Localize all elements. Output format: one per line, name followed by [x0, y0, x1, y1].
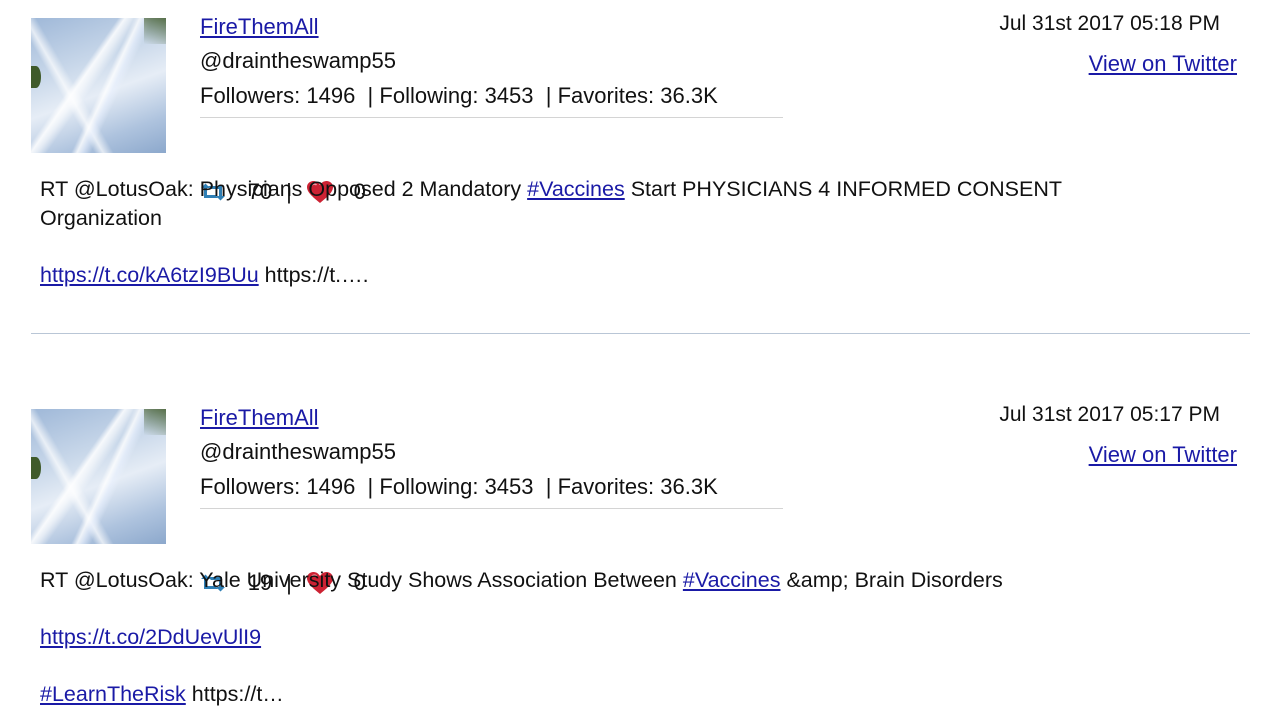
tweet-url-link[interactable]: https://t.co/kA6tzI9BUu: [40, 263, 259, 287]
tweet-divider: [31, 333, 1250, 334]
favorites-label: Favorites:: [557, 474, 655, 499]
tweet-text-line2: Organization: [40, 206, 162, 230]
user-stats: Followers: 1496 | Following: 3453 | Favo…: [200, 474, 718, 499]
following-count: 3453: [484, 83, 534, 108]
user-name-link[interactable]: FireThemAll: [200, 405, 319, 431]
stats-divider: [200, 508, 783, 509]
tweet-text-suffix: Start PHYSICIANS 4 INFORMED CONSENT: [630, 177, 1062, 201]
tweet-url-line: https://t.co/kA6tzI9BUu https://t.….: [40, 261, 1240, 290]
avatar-leaf-detail: [31, 457, 41, 479]
tweet-hashtag-line: #LearnTheRisk https://t…: [40, 680, 1240, 709]
avatar-leaf-detail: [31, 66, 41, 88]
followers-count: 1496: [306, 474, 356, 499]
favorites-count: 36.3K: [660, 474, 718, 499]
tweet-date: Jul 31st 2017 05:18 PM: [999, 12, 1220, 35]
followers-label: Followers:: [200, 83, 301, 108]
following-count: 3453: [484, 474, 534, 499]
user-stats: Followers: 1496 | Following: 3453 | Favo…: [200, 83, 718, 108]
view-on-twitter-link[interactable]: View on Twitter: [1089, 51, 1237, 77]
tweet-text: RT @LotusOak: Physicians Opposed 2 Manda…: [40, 175, 1240, 233]
hashtag-link[interactable]: #Vaccines: [683, 568, 781, 592]
favorites-label: Favorites:: [557, 83, 655, 108]
following-label: Following:: [379, 474, 479, 499]
tweet-text-prefix: RT @LotusOak: Physicians Opposed 2 Manda…: [40, 177, 522, 201]
user-handle: @draintheswamp55: [200, 439, 396, 464]
tweet-text-suffix: &amp; Brain Disorders: [786, 568, 1003, 592]
tweet-text: RT @LotusOak: Yale University Study Show…: [40, 566, 1240, 595]
tweet-text-prefix: RT @LotusOak: Yale University Study Show…: [40, 568, 677, 592]
avatar-corner-detail: [144, 18, 166, 44]
followers-label: Followers:: [200, 474, 301, 499]
followers-count: 1496: [306, 83, 356, 108]
hashtag-link[interactable]: #LearnTheRisk: [40, 682, 186, 706]
tweet-url-link[interactable]: https://t.co/2DdUevUlI9: [40, 625, 261, 649]
favorites-count: 36.3K: [660, 83, 718, 108]
user-handle: @draintheswamp55: [200, 48, 396, 73]
tweet-hashtag-trailing: https://t…: [191, 682, 284, 706]
tweet-url-line: https://t.co/2DdUevUlI9: [40, 623, 1240, 652]
following-label: Following:: [379, 83, 479, 108]
avatar[interactable]: [31, 18, 166, 153]
hashtag-link[interactable]: #Vaccines: [527, 177, 625, 201]
tweet-url-trailing: https://t.….: [264, 263, 369, 287]
stats-divider: [200, 117, 783, 118]
view-on-twitter-link[interactable]: View on Twitter: [1089, 442, 1237, 468]
tweet-date: Jul 31st 2017 05:17 PM: [999, 403, 1220, 426]
user-name-link[interactable]: FireThemAll: [200, 14, 319, 40]
avatar[interactable]: [31, 409, 166, 544]
avatar-corner-detail: [144, 409, 166, 435]
